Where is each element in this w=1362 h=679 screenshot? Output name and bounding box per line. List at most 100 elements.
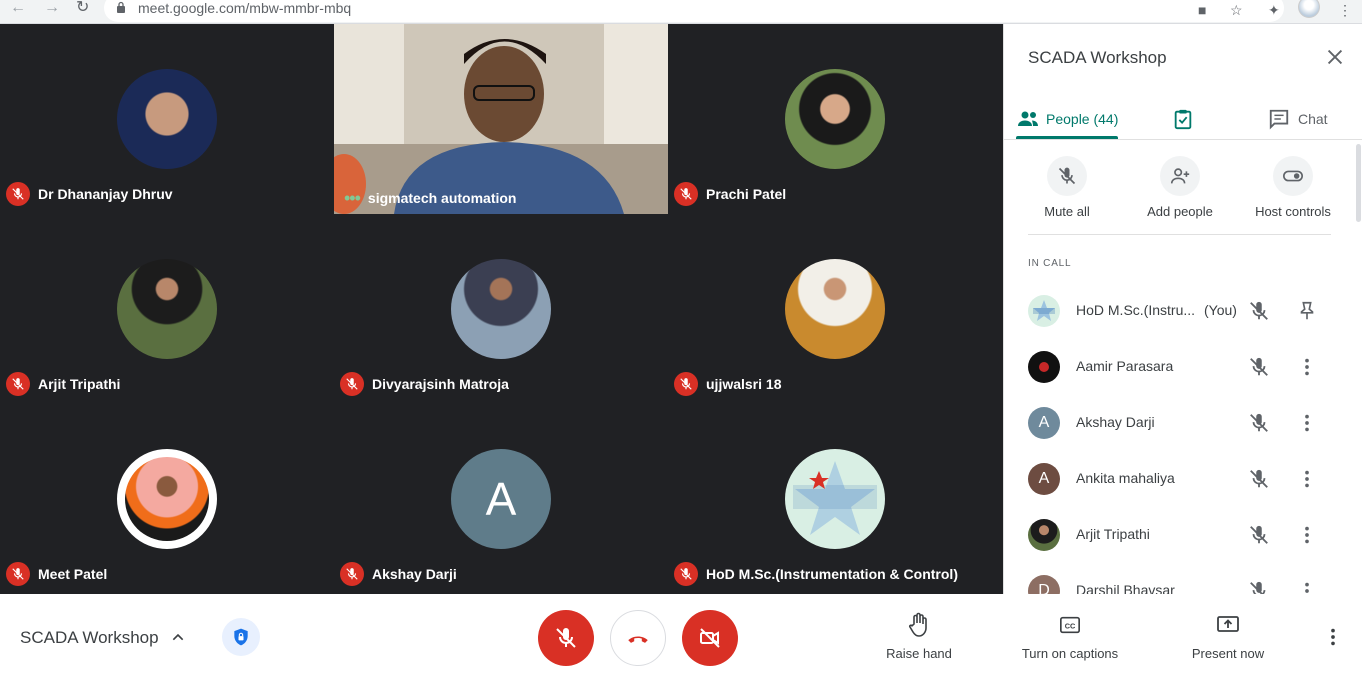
more-options-icon[interactable] [1296,412,1318,434]
browser-menu-icon[interactable]: ⋮ [1338,2,1352,18]
participant-tile[interactable]: Meet Patel [0,404,334,594]
person-avatar [1028,519,1060,551]
browser-toolbar: ← → ↻ meet.google.com/mbw-mmbr-mbq ■ ☆ ✦… [0,0,1362,24]
more-options-icon[interactable] [1296,356,1318,378]
mic-off-icon[interactable] [1248,580,1270,594]
participant-avatar [451,259,551,359]
more-options-icon[interactable] [1296,524,1318,546]
meeting-title[interactable]: SCADA Workshop [20,628,159,648]
mic-off-icon [674,182,698,206]
participant-tile[interactable]: A Akshay Darji [334,404,668,594]
shield-lock-icon [234,628,248,646]
list-item[interactable]: D Darshil Bhavsar [1004,563,1362,594]
participant-tile[interactable]: Prachi Patel [668,24,1002,214]
list-item[interactable]: Arjit Tripathi [1004,507,1362,563]
address-bar[interactable]: meet.google.com/mbw-mmbr-mbq [104,0,1284,22]
mic-off-icon [6,182,30,206]
divider [1028,234,1331,235]
mic-off-icon[interactable] [1248,524,1270,546]
participant-name: ujjwalsri 18 [706,376,782,392]
microphone-toggle-button[interactable] [538,610,594,666]
list-item[interactable]: A Akshay Darji [1004,395,1362,451]
participant-tile[interactable]: Arjit Tripathi [0,214,334,404]
mic-off-icon [6,372,30,396]
host-controls-button[interactable]: Host controls [1238,156,1348,219]
panel-title: SCADA Workshop [1028,48,1167,67]
participant-avatar [117,69,217,169]
mute-all-label: Mute all [1044,204,1090,219]
participant-grid: Dr Dhananjay Dhruv ••• sigmatech automat… [0,24,1003,594]
leave-call-button[interactable] [610,610,666,666]
list-item[interactable]: A Ankita mahaliya [1004,451,1362,507]
captions-button[interactable]: CC Turn on captions [1012,612,1128,661]
camera-indicator-icon[interactable]: ■ [1198,2,1206,18]
meeting-safety-button[interactable] [222,618,260,656]
participant-tile[interactable]: Dr Dhananjay Dhruv [0,24,334,214]
meeting-controls-bar: SCADA Workshop Raise hand CC Turn on cap… [0,594,1362,679]
person-avatar: A [1028,407,1060,439]
raise-hand-button[interactable]: Raise hand [880,612,958,661]
participant-tile[interactable]: HoD M.Sc.(Instrumentation & Control) [668,404,1002,594]
reload-icon[interactable]: ↻ [76,0,89,16]
clipboard-check-icon [1174,109,1192,130]
people-list: HoD M.Sc.(Instru... (You) Aamir Parasara… [1004,283,1362,594]
participant-tile[interactable]: ujjwalsri 18 [668,214,1002,404]
speaking-indicator-icon: ••• [344,188,361,208]
person-avatar [1028,351,1060,383]
list-item[interactable]: HoD M.Sc.(Instru... (You) [1004,283,1362,339]
profile-avatar[interactable] [1298,0,1320,18]
more-options-icon[interactable] [1296,580,1318,594]
panel-scrollbar[interactable] [1356,144,1361,222]
more-options-icon[interactable] [1322,626,1344,648]
hand-icon [909,612,927,637]
present-now-button[interactable]: Present now [1186,612,1270,661]
participant-avatar: A [451,449,551,549]
mic-off-icon [1058,167,1076,185]
participant-name: sigmatech automation [367,190,517,206]
participant-video [334,24,668,214]
mic-off-icon[interactable] [1248,356,1270,378]
add-people-button[interactable]: Add people [1125,156,1235,219]
present-screen-icon [1217,616,1239,632]
hang-up-icon [628,636,648,643]
tab-chat-label: Chat [1298,111,1328,127]
person-name: Akshay Darji [1076,414,1155,430]
participant-name: Dr Dhananjay Dhruv [38,186,173,202]
participant-video-tile[interactable]: ••• sigmatech automation [334,24,668,214]
back-arrow-icon[interactable]: ← [10,0,26,16]
tab-people[interactable]: People (44) [1016,98,1118,140]
present-now-label: Present now [1191,646,1265,661]
people-actions: Mute all Add people Host controls [1004,156,1362,226]
captions-label: Turn on captions [1021,646,1119,661]
close-icon[interactable] [1324,46,1346,68]
extensions-icon[interactable]: ✦ [1268,2,1280,18]
chevron-up-icon[interactable] [170,629,186,645]
forward-arrow-icon[interactable]: → [44,0,60,16]
star-icon[interactable]: ☆ [1230,2,1243,18]
person-name: HoD M.Sc.(Instru... [1076,302,1196,318]
people-panel: SCADA Workshop People (44) Chat Mute all… [1003,24,1362,594]
mic-off-icon [674,372,698,396]
participant-name: Meet Patel [38,566,108,582]
tab-chat[interactable]: Chat [1268,98,1328,140]
participant-avatar [785,69,885,169]
participant-tile[interactable]: Divyarajsinh Matroja [334,214,668,404]
mic-off-icon[interactable] [1248,300,1270,322]
mute-all-button[interactable]: Mute all [1012,156,1122,219]
svg-text:CC: CC [1065,622,1076,631]
tab-activities[interactable] [1172,98,1194,140]
chat-icon [1269,109,1289,130]
pin-icon[interactable] [1296,300,1318,322]
camera-toggle-button[interactable] [682,610,738,666]
more-options-icon[interactable] [1296,468,1318,490]
mic-off-icon [6,562,30,586]
camera-off-icon [700,628,720,648]
list-item[interactable]: Aamir Parasara [1004,339,1362,395]
in-call-heading: IN CALL [1028,258,1072,269]
mic-off-icon [556,628,576,648]
mic-off-icon[interactable] [1248,468,1270,490]
person-avatar: A [1028,463,1060,495]
you-label: (You) [1204,302,1237,318]
mic-off-icon[interactable] [1248,412,1270,434]
url-text: meet.google.com/mbw-mmbr-mbq [138,0,352,16]
